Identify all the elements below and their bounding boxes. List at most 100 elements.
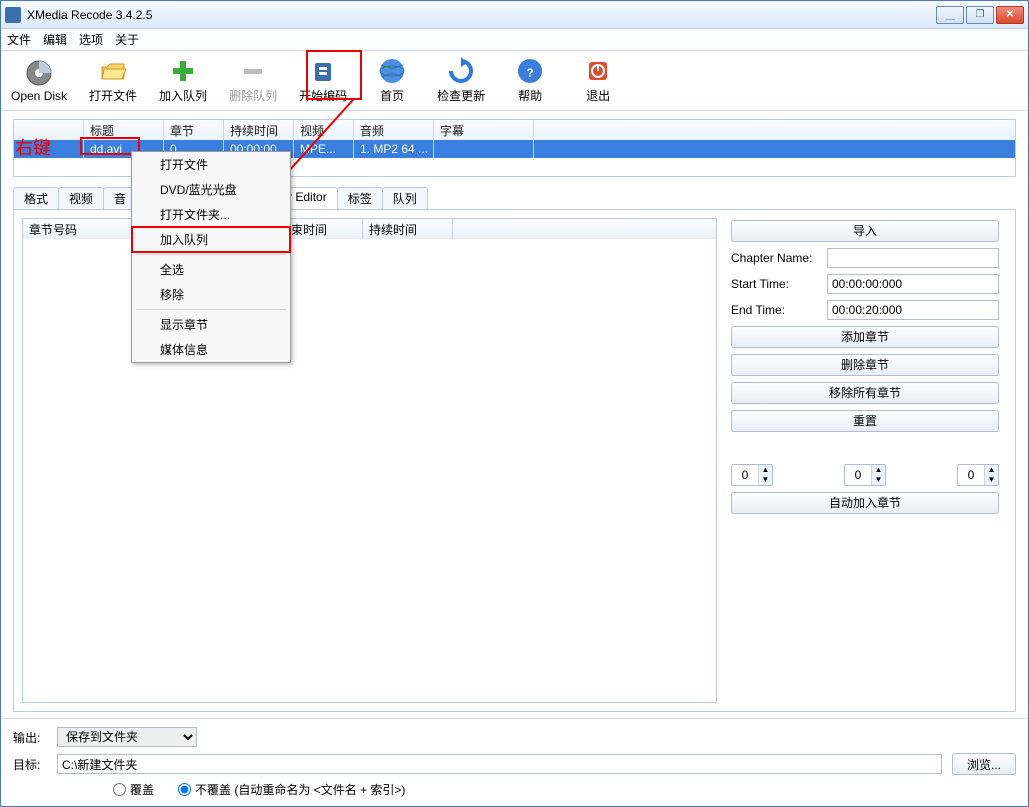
start-time-label: Start Time: <box>731 277 821 291</box>
tab-tags[interactable]: 标签 <box>337 187 383 209</box>
start-time-input[interactable] <box>827 274 999 294</box>
auto-add-chapter-button[interactable]: 自动加入章节 <box>731 492 999 514</box>
spinner-1-input[interactable] <box>732 468 758 482</box>
add-queue-label: 加入队列 <box>159 87 207 104</box>
spinner-3[interactable]: ▲▼ <box>957 464 999 486</box>
toolbar: Open Disk 打开文件 加入队列 删除队列 开始编码 首页 检查更新 ? <box>1 51 1028 111</box>
close-button[interactable] <box>996 6 1024 24</box>
menubar: 文件 编辑 选项 关于 <box>1 29 1028 51</box>
check-update-label: 检查更新 <box>437 87 485 104</box>
open-file-label: 打开文件 <box>89 87 137 104</box>
open-disk-label: Open Disk <box>11 89 67 103</box>
menu-about[interactable]: 关于 <box>115 31 139 48</box>
col-subtitle[interactable]: 字幕 <box>434 120 534 140</box>
row-subtitle <box>434 140 534 158</box>
menu-file[interactable]: 文件 <box>7 31 31 48</box>
window-title: XMedia Recode 3.4.2.5 <box>27 8 936 22</box>
help-label: 帮助 <box>518 87 542 104</box>
import-button[interactable]: 导入 <box>731 220 999 242</box>
disc-icon <box>25 59 53 87</box>
tab-format[interactable]: 格式 <box>13 187 59 209</box>
col-chapter[interactable]: 章节 <box>164 120 224 140</box>
col-video[interactable]: 视频 <box>294 120 354 140</box>
gh-chapter-no[interactable]: 章节号码 <box>23 219 133 239</box>
overwrite-radio[interactable]: 覆盖 <box>113 781 154 798</box>
exit-button[interactable]: 退出 <box>575 57 621 104</box>
row-video: MPE... <box>294 140 354 158</box>
ctx-dvd-bluray[interactable]: DVD/蓝光光盘 <box>132 177 290 202</box>
output-label: 输出: <box>13 729 47 746</box>
col-title[interactable]: 标题 <box>84 120 164 140</box>
open-disk-button[interactable]: Open Disk <box>11 59 67 103</box>
ctx-remove[interactable]: 移除 <box>132 282 290 307</box>
ctx-separator <box>136 254 286 255</box>
remove-queue-label: 删除队列 <box>229 87 277 104</box>
spinner-2-input[interactable] <box>845 468 871 482</box>
col-spacer <box>534 120 1015 140</box>
window-controls <box>936 6 1024 24</box>
up-arrow-icon[interactable]: ▲ <box>871 465 885 475</box>
gh-duration[interactable]: 持续时间 <box>363 219 453 239</box>
down-arrow-icon[interactable]: ▼ <box>871 475 885 485</box>
up-arrow-icon[interactable]: ▲ <box>984 465 998 475</box>
start-encode-button[interactable]: 开始编码 <box>299 57 347 104</box>
chapter-left-col: 章节号码 结束时间 持续时间 <box>14 210 725 711</box>
target-path-input[interactable] <box>57 754 942 774</box>
gh-spacer <box>453 219 716 239</box>
minimize-button[interactable] <box>936 6 964 24</box>
spinner-1[interactable]: ▲▼ <box>731 464 773 486</box>
start-encode-label: 开始编码 <box>299 87 347 104</box>
minus-icon <box>239 57 267 85</box>
down-arrow-icon[interactable]: ▼ <box>984 475 998 485</box>
remove-queue-button[interactable]: 删除队列 <box>229 57 277 104</box>
spinner-3-input[interactable] <box>958 468 984 482</box>
ctx-separator <box>136 309 286 310</box>
titlebar: XMedia Recode 3.4.2.5 <box>1 1 1028 29</box>
ctx-select-all[interactable]: 全选 <box>132 257 290 282</box>
col-audio[interactable]: 音频 <box>354 120 434 140</box>
globe-icon <box>378 57 406 85</box>
power-icon <box>584 57 612 85</box>
delete-chapter-button[interactable]: 删除章节 <box>731 354 999 376</box>
plus-icon <box>169 57 197 85</box>
add-chapter-button[interactable]: 添加章节 <box>731 326 999 348</box>
tab-video[interactable]: 视频 <box>58 187 104 209</box>
end-time-label: End Time: <box>731 303 821 317</box>
tab-queue[interactable]: 队列 <box>382 187 428 209</box>
help-icon: ? <box>516 57 544 85</box>
help-button[interactable]: ? 帮助 <box>507 57 553 104</box>
menu-edit[interactable]: 编辑 <box>43 31 67 48</box>
svg-text:?: ? <box>526 66 533 80</box>
ctx-open-file[interactable]: 打开文件 <box>132 152 290 177</box>
chapter-right-panel: 导入 Chapter Name: Start Time: End Time: 添… <box>725 210 1015 711</box>
reset-button[interactable]: 重置 <box>731 410 999 432</box>
exit-label: 退出 <box>586 87 610 104</box>
spinner-2[interactable]: ▲▼ <box>844 464 886 486</box>
add-queue-button[interactable]: 加入队列 <box>159 57 207 104</box>
no-overwrite-radio[interactable]: 不覆盖 (自动重命名为 <文件名 + 索引>) <box>178 781 405 798</box>
col-duration[interactable]: 持续时间 <box>224 120 294 140</box>
folder-open-icon <box>99 57 127 85</box>
output-mode-select[interactable]: 保存到文件夹 <box>57 727 197 747</box>
window: XMedia Recode 3.4.2.5 文件 编辑 选项 关于 Open D… <box>0 0 1029 807</box>
file-list-blank-col[interactable] <box>14 120 84 140</box>
ctx-add-queue[interactable]: 加入队列 <box>132 227 290 252</box>
remove-all-chapters-button[interactable]: 移除所有章节 <box>731 382 999 404</box>
chapter-name-input[interactable] <box>827 248 999 268</box>
app-icon <box>5 7 21 23</box>
ctx-open-folder[interactable]: 打开文件夹... <box>132 202 290 227</box>
maximize-button[interactable] <box>966 6 994 24</box>
menu-options[interactable]: 选项 <box>79 31 103 48</box>
up-arrow-icon[interactable]: ▲ <box>758 465 772 475</box>
homepage-button[interactable]: 首页 <box>369 57 415 104</box>
open-file-button[interactable]: 打开文件 <box>89 57 137 104</box>
down-arrow-icon[interactable]: ▼ <box>758 475 772 485</box>
chapter-grid-body[interactable] <box>23 239 716 702</box>
end-time-input[interactable] <box>827 300 999 320</box>
browse-button[interactable]: 浏览... <box>952 753 1016 775</box>
ctx-media-info[interactable]: 媒体信息 <box>132 337 290 362</box>
ctx-show-chapter[interactable]: 显示章节 <box>132 312 290 337</box>
encode-icon <box>309 57 337 85</box>
check-update-button[interactable]: 检查更新 <box>437 57 485 104</box>
context-menu: 打开文件 DVD/蓝光光盘 打开文件夹... 加入队列 全选 移除 显示章节 媒… <box>131 151 291 363</box>
